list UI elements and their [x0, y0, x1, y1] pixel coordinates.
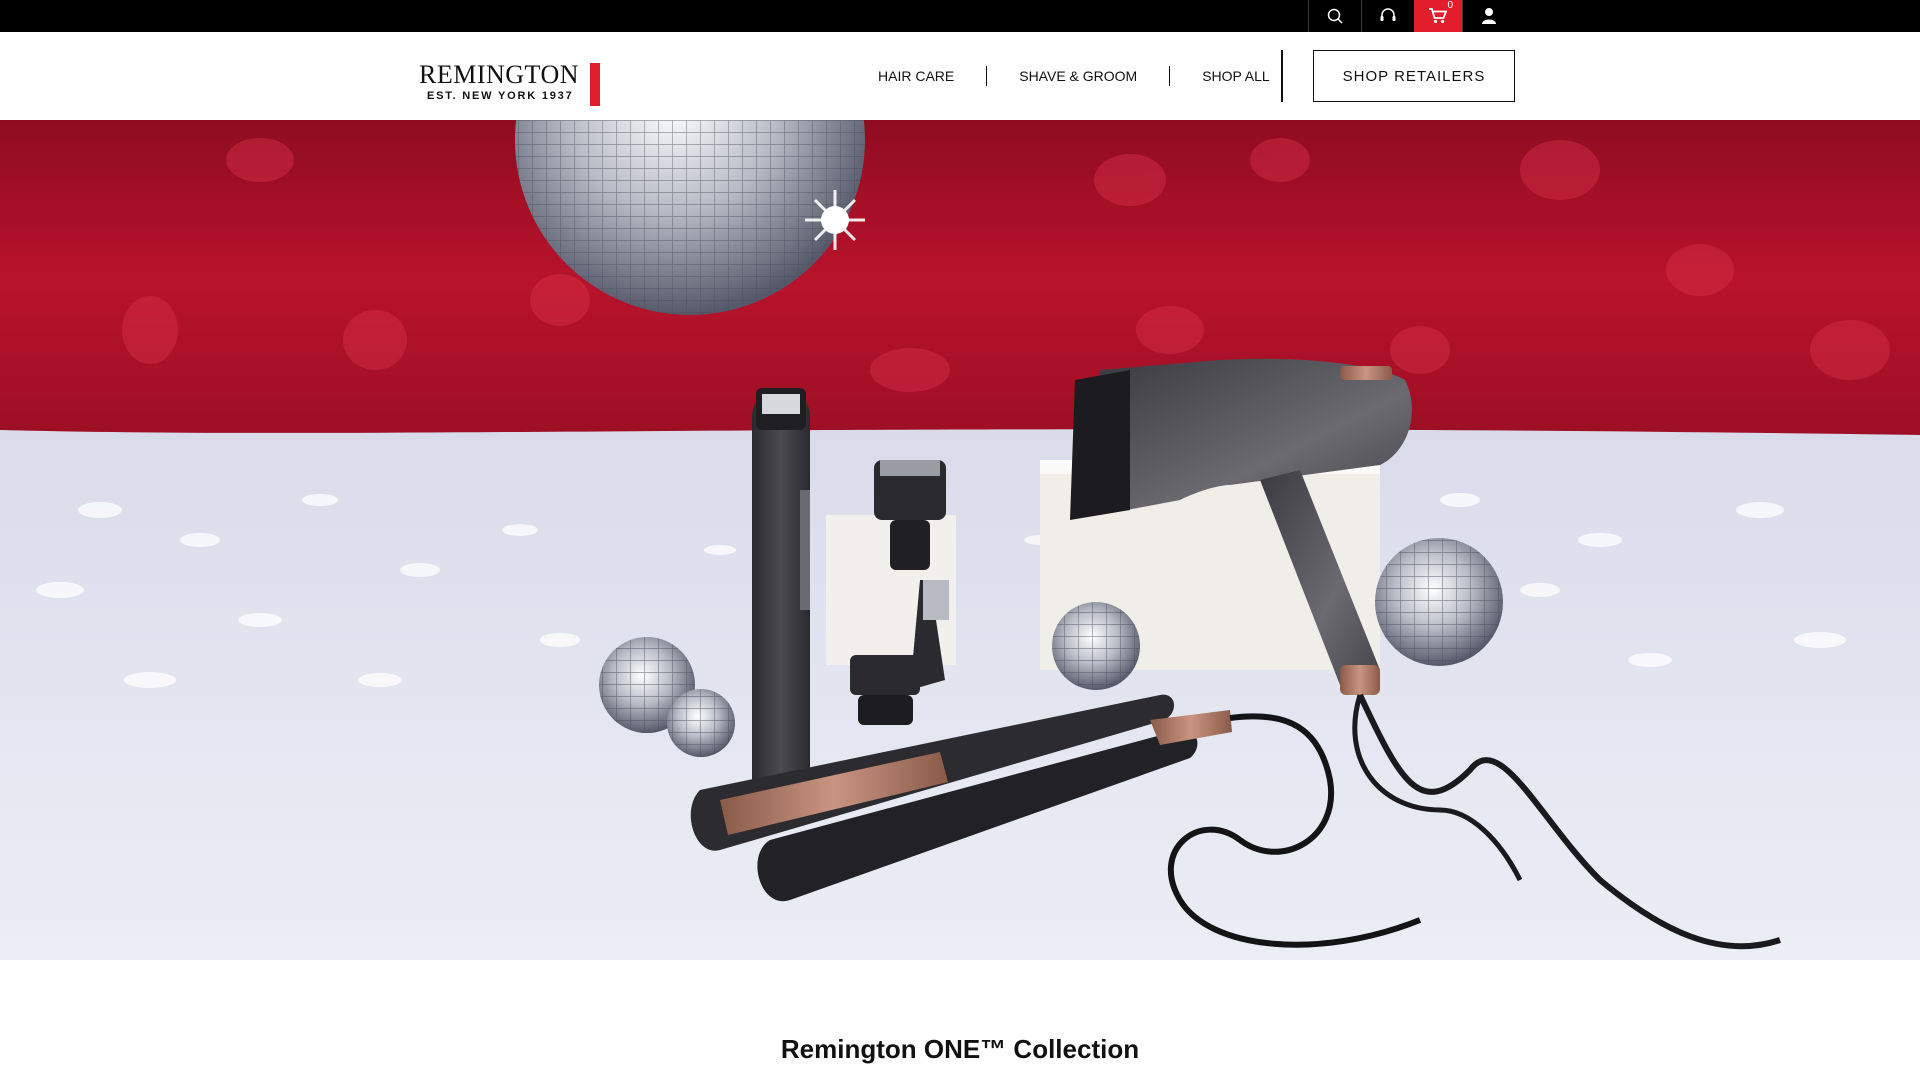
logo-red-bar [590, 63, 600, 106]
cart-count-badge: 0 [1447, 0, 1453, 11]
hero-image [0, 120, 1920, 960]
hero-banner[interactable] [0, 120, 1920, 960]
support-button[interactable] [1361, 0, 1414, 32]
site-header: REMINGTON EST. NEW YORK 1937 HAIR CARE S… [0, 32, 1920, 120]
cart-icon [1429, 8, 1448, 24]
search-button[interactable] [1308, 0, 1361, 32]
cart-button[interactable]: 0 [1414, 0, 1462, 32]
logo-tagline: EST. NEW YORK 1937 [427, 90, 574, 102]
nav-divider [1281, 50, 1283, 102]
search-icon [1327, 8, 1343, 24]
nav-shave-groom[interactable]: SHAVE & GROOM [987, 66, 1171, 86]
account-icon [1482, 8, 1496, 24]
logo-wordmark: REMINGTON [419, 60, 580, 89]
shop-retailers-button[interactable]: SHOP RETAILERS [1313, 50, 1515, 102]
main-nav: HAIR CARE SHAVE & GROOM SHOP ALL [858, 32, 1302, 120]
utility-bar: 0 [0, 0, 1920, 32]
utility-icons: 0 [1308, 0, 1515, 32]
section-title: Remington ONE™ Collection [780, 1034, 1140, 1064]
nav-hair-care[interactable]: HAIR CARE [858, 66, 988, 86]
support-icon [1380, 8, 1396, 21]
brand-logo[interactable]: REMINGTON EST. NEW YORK 1937 [419, 60, 601, 106]
account-button[interactable] [1462, 0, 1515, 32]
